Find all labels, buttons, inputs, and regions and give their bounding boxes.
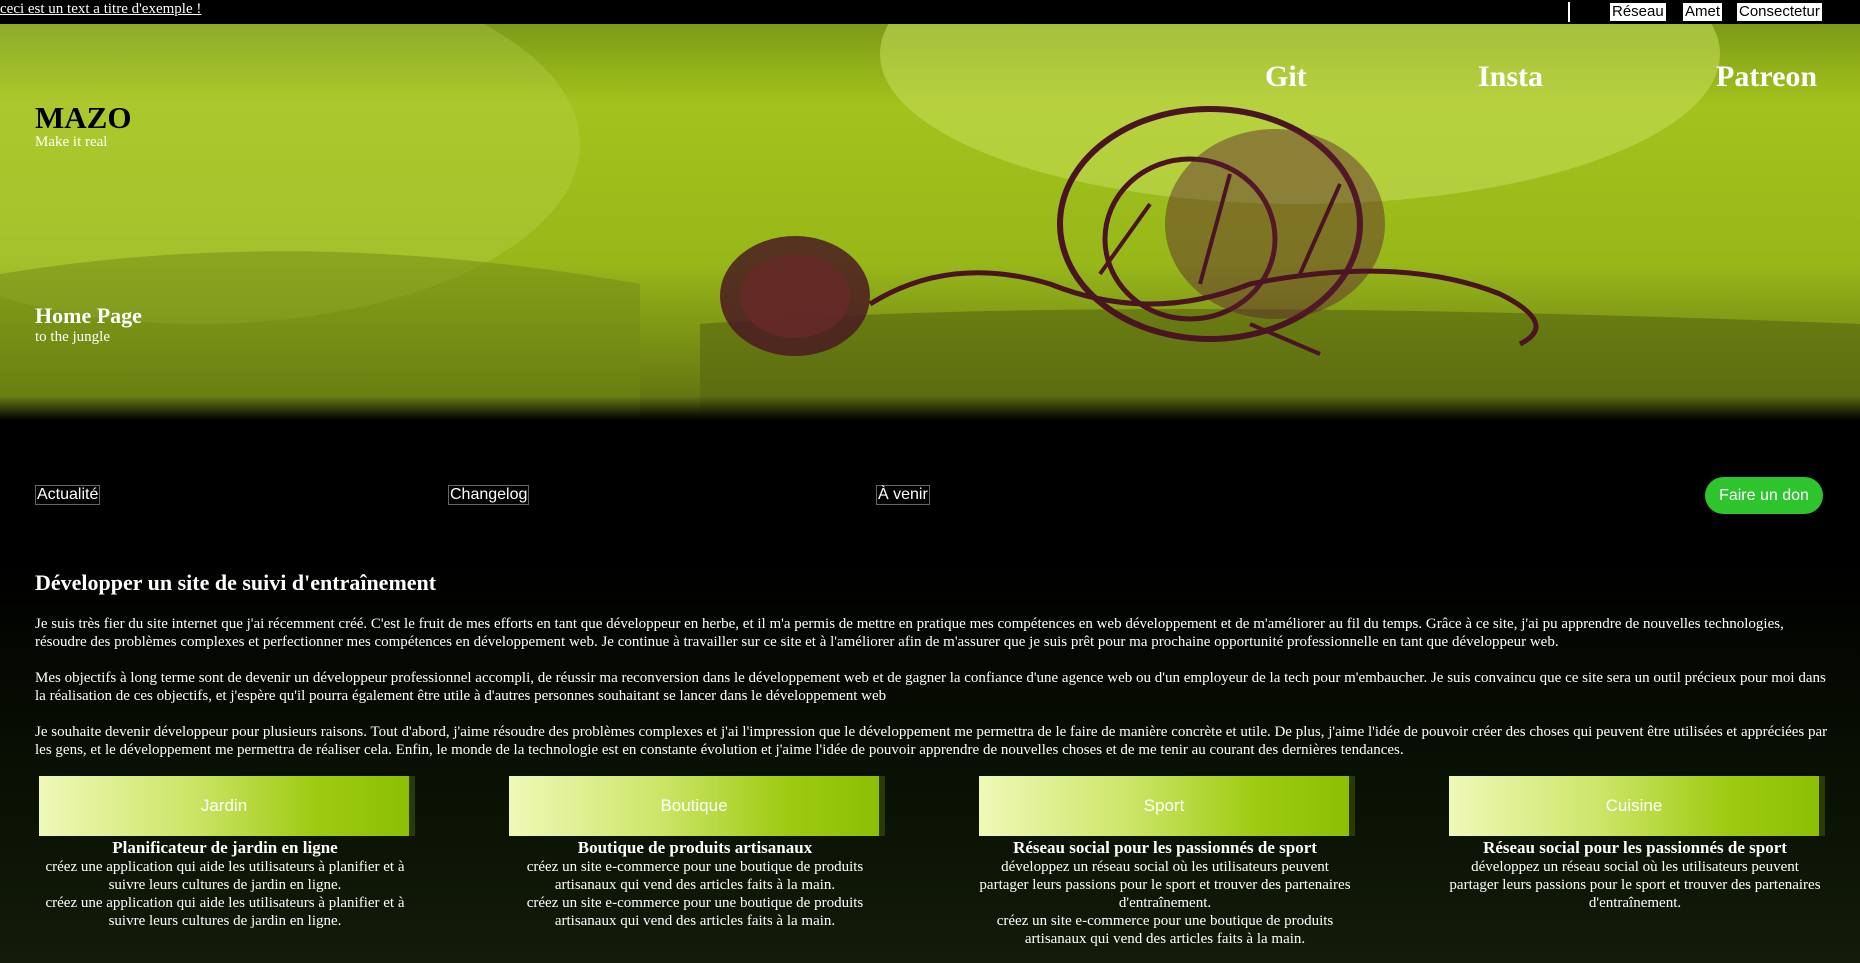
nav-actualite[interactable]: Actualité [35,485,101,505]
brand-name[interactable]: MAZO [35,100,131,136]
top-link-reseau[interactable]: Réseau [1610,3,1666,21]
card-desc: créez un site e-commerce pour une boutiq… [996,913,1334,947]
card-title: Réseau social pour les passionnés de spo… [1483,838,1787,857]
hero-banner: MAZO Make it real Git Insta Patreon Home… [0,24,1860,420]
top-link-amet[interactable]: Amet [1683,3,1723,21]
brand-tagline: Make it real [35,134,108,150]
card-desc: créez une application qui aide les utili… [45,859,405,893]
card-desc: créez une application qui aide les utili… [45,895,405,929]
top-title-link[interactable]: ceci est un text a titre d'exemple ! [0,1,201,18]
hero-heading-block: Home Page to the jungle [35,303,142,346]
card-desc: développez un réseau social où les utili… [1449,859,1821,911]
nav-a-venir[interactable]: À venir [876,485,930,505]
social-link-patreon[interactable]: Patreon [1716,60,1817,94]
card-desc: développez un réseau social où les utili… [979,859,1351,911]
hero-artwork [0,24,1860,420]
card-banner-boutique[interactable]: Boutique [509,776,879,836]
top-bar: ceci est un text a titre d'exemple ! Rés… [0,0,1860,24]
card-desc: créez un site e-commerce pour une boutiq… [526,859,864,893]
social-link-insta[interactable]: Insta [1478,60,1543,94]
card-cuisine: Cuisine Réseau social pour les passionné… [1445,776,1825,912]
card-title: Boutique de produits artisanaux [577,838,813,857]
donate-button[interactable]: Faire un don [1705,477,1823,514]
hero-heading: Home Page [35,303,142,328]
card-title: Planificateur de jardin en ligne [112,838,338,857]
card-boutique: Boutique Boutique de produits artisanaux… [505,776,885,930]
article-paragraph-2: Mes objectifs à long terme sont de deven… [35,670,1826,704]
article-paragraph-3: Je souhaite devenir développeur pour plu… [35,724,1828,758]
card-banner-jardin[interactable]: Jardin [39,776,409,836]
hero-subheading: to the jungle [35,329,110,345]
social-link-git[interactable]: Git [1265,60,1307,94]
card-jardin: Jardin Planificateur de jardin en ligne … [35,776,415,930]
top-separator [1568,2,1570,22]
card-sport: Sport Réseau social pour les passionnés … [975,776,1355,948]
top-link-consectetur[interactable]: Consectetur [1737,3,1822,21]
nav-changelog[interactable]: Changelog [448,485,530,505]
article-paragraph-1: Je suis très fier du site internet que j… [35,616,1784,650]
article-title: Développer un site de suivi d'entraîneme… [35,570,437,595]
card-title: Réseau social pour les passionnés de spo… [1013,838,1317,857]
brand: MAZO Make it real [35,100,131,151]
card-banner-sport[interactable]: Sport [979,776,1349,836]
card-banner-cuisine[interactable]: Cuisine [1449,776,1819,836]
card-desc: créez un site e-commerce pour une boutiq… [526,895,864,929]
